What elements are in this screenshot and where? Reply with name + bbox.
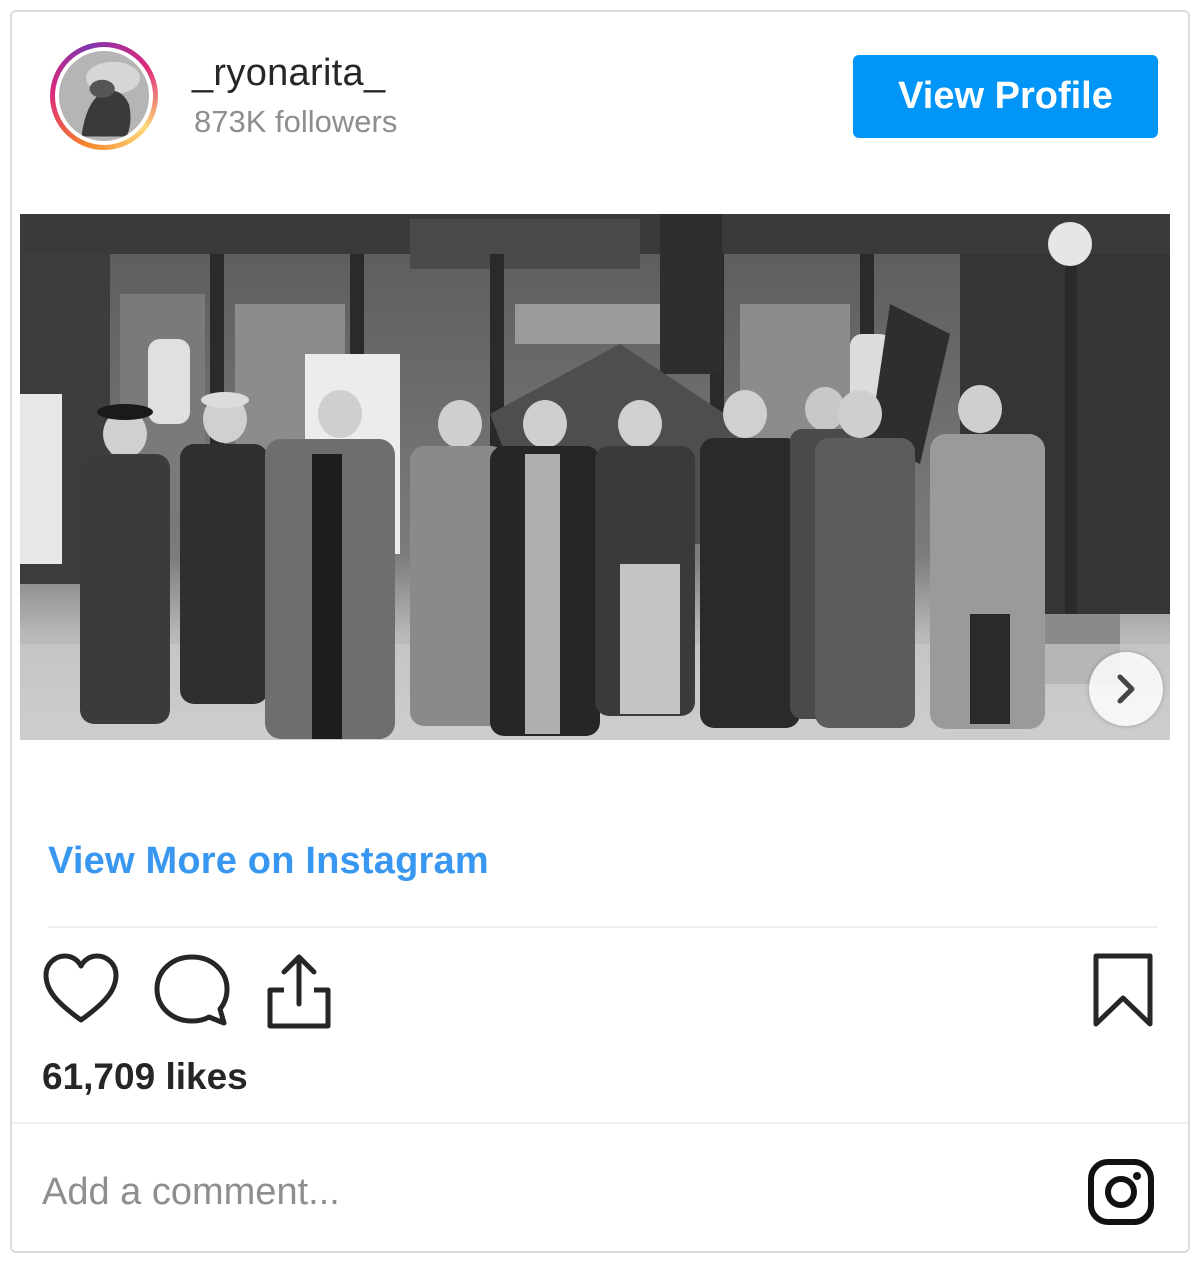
bookmark-icon[interactable]: [1092, 952, 1154, 1028]
avatar[interactable]: [50, 42, 158, 150]
instagram-embed-card: _ryonarita_ 873K followers View Profile: [10, 10, 1190, 1253]
post-image[interactable]: [20, 214, 1170, 740]
comment-icon[interactable]: [152, 952, 232, 1028]
instagram-icon[interactable]: [1086, 1157, 1156, 1227]
follower-count: 873K followers: [194, 104, 398, 139]
divider: [48, 926, 1158, 928]
username[interactable]: _ryonarita_: [192, 52, 385, 95]
divider: [12, 1122, 1188, 1124]
view-profile-button[interactable]: View Profile: [853, 55, 1158, 138]
share-icon[interactable]: [264, 952, 334, 1030]
chevron-right-icon: [1117, 674, 1135, 704]
comment-input[interactable]: [42, 1164, 942, 1220]
like-count[interactable]: 61,709 likes: [42, 1056, 248, 1098]
heart-icon[interactable]: [42, 952, 120, 1026]
avatar-image: [59, 51, 149, 141]
view-more-link[interactable]: View More on Instagram: [48, 840, 489, 883]
next-image-button[interactable]: [1089, 652, 1163, 726]
